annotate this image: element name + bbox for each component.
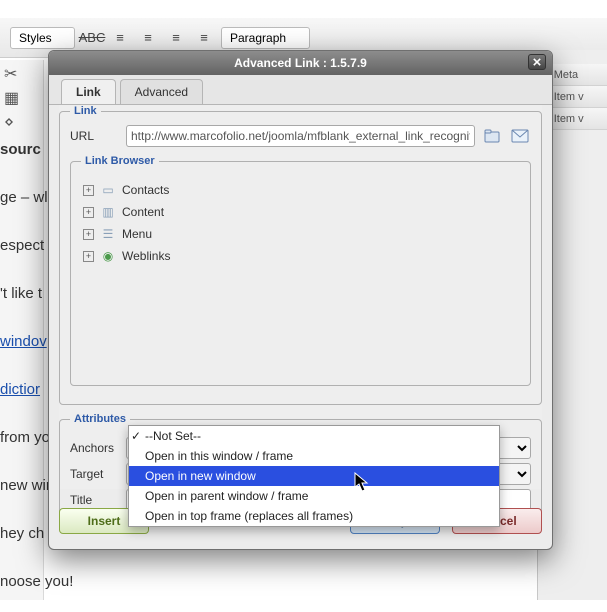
- expand-icon[interactable]: +: [83, 251, 94, 262]
- align-left-icon[interactable]: ≡: [109, 27, 131, 49]
- contacts-icon: ▭: [100, 182, 116, 198]
- close-icon: [533, 58, 541, 66]
- dropdown-option[interactable]: Open in new window: [129, 466, 499, 486]
- target-label: Target: [70, 467, 120, 481]
- content-icon: ▥: [100, 204, 116, 220]
- tree-node[interactable]: + ▥ Content: [83, 201, 518, 223]
- link-browser-fieldset: Link Browser + ▭ Contacts + ▥ Content +: [70, 155, 531, 386]
- strikethrough-icon[interactable]: ABC: [81, 27, 103, 49]
- styles-select[interactable]: Styles: [10, 27, 75, 49]
- fieldset-legend: Attributes: [70, 413, 130, 425]
- cursor-icon: [354, 472, 370, 492]
- tree-node[interactable]: + ◉ Weblinks: [83, 245, 518, 267]
- scissors-icon[interactable]: ✂: [4, 64, 39, 84]
- tree-node[interactable]: + ☰ Menu: [83, 223, 518, 245]
- expand-icon[interactable]: +: [83, 229, 94, 240]
- browse-icon[interactable]: [481, 126, 503, 146]
- tab-link[interactable]: Link: [61, 79, 116, 104]
- url-input[interactable]: [126, 125, 475, 147]
- tree-node[interactable]: + ▭ Contacts: [83, 179, 518, 201]
- link-browser-tree: + ▭ Contacts + ▥ Content + ☰ Menu: [81, 175, 520, 375]
- fieldset-legend: Link: [70, 105, 101, 117]
- menu-icon: ☰: [100, 226, 116, 242]
- dropdown-option[interactable]: --Not Set--: [129, 426, 499, 446]
- grid-icon[interactable]: ▦: [4, 88, 39, 108]
- mail-icon[interactable]: [509, 126, 531, 146]
- paragraph-select[interactable]: Paragraph: [221, 27, 310, 49]
- dropdown-option[interactable]: Open in this window / frame: [129, 446, 499, 466]
- dialog-tabs: Link Advanced: [49, 75, 552, 105]
- dialog-titlebar: Advanced Link : 1.5.7.9: [49, 51, 552, 75]
- weblinks-icon: ◉: [100, 248, 116, 264]
- link-fieldset: Link URL Link Browser + ▭ Contacts: [59, 105, 542, 405]
- expand-icon[interactable]: +: [83, 207, 94, 218]
- dropdown-option[interactable]: Open in top frame (replaces all frames): [129, 506, 499, 526]
- tab-advanced[interactable]: Advanced: [120, 79, 203, 104]
- target-dropdown-popup: --Not Set-- Open in this window / frame …: [128, 425, 500, 527]
- align-center-icon[interactable]: ≡: [137, 27, 159, 49]
- close-button[interactable]: [528, 54, 546, 70]
- url-label: URL: [70, 129, 120, 143]
- align-right-icon[interactable]: ≡: [165, 27, 187, 49]
- anchors-label: Anchors: [70, 441, 120, 455]
- fieldset-legend: Link Browser: [81, 155, 159, 167]
- align-justify-icon[interactable]: ≡: [193, 27, 215, 49]
- expand-icon[interactable]: +: [83, 185, 94, 196]
- dropdown-option[interactable]: Open in parent window / frame: [129, 486, 499, 506]
- dialog-title: Advanced Link : 1.5.7.9: [234, 56, 367, 70]
